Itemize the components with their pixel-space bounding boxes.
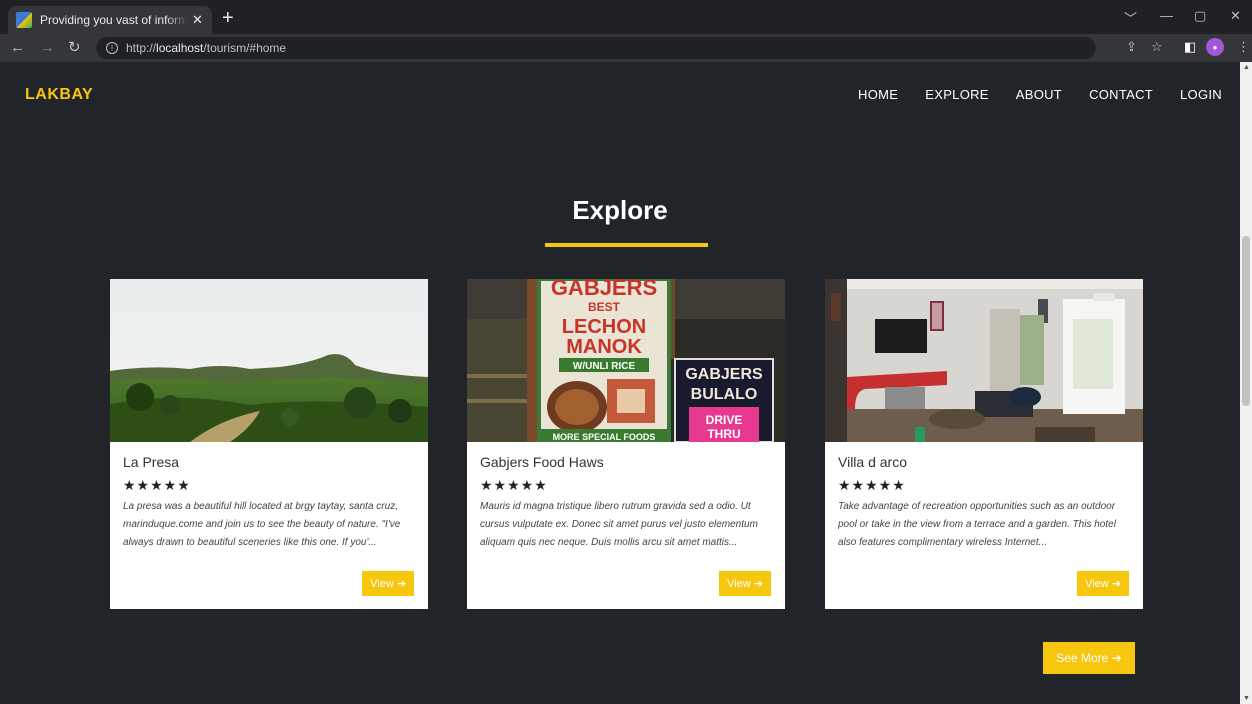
rating-stars: ★★★★★	[123, 477, 191, 493]
nav-home-link[interactable]: HOME	[858, 87, 898, 102]
sign-best-text: BEST	[588, 300, 621, 314]
maximize-button[interactable]: ▢	[1194, 8, 1206, 24]
sign-unli-rice-text: W/UNLI RICE	[573, 361, 636, 372]
web-page: LAKBAY HOME EXPLORE ABOUT CONTACT LOGIN …	[0, 62, 1240, 704]
sign-lechon-text: LECHON	[562, 316, 646, 338]
tab-close-icon[interactable]: ✕	[192, 12, 203, 28]
see-more-button[interactable]: See More ➔	[1043, 642, 1135, 674]
new-tab-button[interactable]: +	[222, 8, 234, 28]
scroll-down-arrow-icon[interactable]: ▼	[1243, 695, 1250, 702]
browser-menu-icon[interactable]: ⋮	[1237, 39, 1250, 55]
browser-tab[interactable]: Providing you vast of information ✕	[8, 6, 212, 34]
tab-search-chevron-icon[interactable]: ﹀	[1124, 8, 1137, 27]
profile-avatar-glyph: ●	[1212, 43, 1218, 52]
sign-more-foods-text: MORE SPECIAL FOODS	[553, 432, 656, 442]
nav-login-link[interactable]: LOGIN	[1180, 87, 1222, 102]
nav-about-link[interactable]: ABOUT	[1016, 87, 1062, 102]
tab-title: Providing you vast of information	[40, 13, 188, 27]
sign-bulalo-text: BULALO	[691, 386, 758, 403]
site-favicon-icon	[16, 12, 32, 28]
rating-stars: ★★★★★	[480, 477, 548, 493]
sign-manok-text: MANOK	[566, 336, 642, 358]
card-description: La presa was a beautiful hill located at…	[123, 501, 401, 548]
la-presa-photo	[110, 279, 428, 442]
card-title: Villa d arco	[838, 454, 908, 470]
view-button[interactable]: View ➔	[1077, 571, 1129, 596]
close-window-button[interactable]: ✕	[1230, 8, 1241, 24]
side-panel-icon[interactable]: ◧	[1184, 39, 1196, 55]
share-icon[interactable]: ⇪	[1126, 39, 1137, 55]
reload-button[interactable]: ↻	[68, 38, 81, 58]
back-button[interactable]: ←	[10, 38, 25, 58]
nav-contact-link[interactable]: CONTACT	[1089, 87, 1153, 102]
site-brand-logo[interactable]: LAKBAY	[25, 86, 93, 104]
card-title: Gabjers Food Haws	[480, 454, 604, 470]
view-button[interactable]: View ➔	[362, 571, 414, 596]
address-url: http://localhost/tourism/#home	[126, 41, 287, 55]
view-button[interactable]: View ➔	[719, 571, 771, 596]
card-title: La Presa	[123, 454, 180, 470]
gabjers-photo: GABJERS BEST LECHON MANOK W/UNLI RICE MO…	[467, 279, 785, 442]
villa-d-arco-photo	[825, 279, 1143, 442]
forward-button[interactable]: →	[40, 38, 55, 58]
browser-toolbar: ← → ↻ i http://localhost/tourism/#home ⇪…	[0, 34, 1252, 62]
sign-gabjers2-text: GABJERS	[685, 366, 763, 383]
nav-explore-link[interactable]: EXPLORE	[925, 87, 989, 102]
sign-drive-text: DRIVE	[706, 413, 743, 427]
rating-stars: ★★★★★	[838, 477, 906, 493]
destination-card-villa-d-arco[interactable]: Villa d arco ★★★★★ Take advantage of rec…	[825, 279, 1143, 609]
card-description: Mauris id magna tristique libero rutrum …	[480, 501, 758, 548]
site-info-icon[interactable]: i	[106, 42, 118, 54]
section-title: Explore	[572, 195, 668, 225]
destination-card-la-presa[interactable]: La Presa ★★★★★ La presa was a beautiful …	[110, 279, 428, 609]
sign-thru-text: THRU	[707, 427, 740, 441]
main-nav: HOME EXPLORE ABOUT CONTACT LOGIN	[858, 87, 1222, 102]
bookmark-star-icon[interactable]: ☆	[1151, 39, 1163, 55]
address-bar[interactable]: i http://localhost/tourism/#home	[96, 37, 1096, 59]
sign-gabjers-text: GABJERS	[551, 279, 657, 300]
card-description: Take advantage of recreation opportuniti…	[838, 501, 1116, 548]
browser-tab-strip: Providing you vast of information ✕ + ﹀ …	[0, 0, 1252, 34]
scroll-up-arrow-icon[interactable]: ▲	[1243, 64, 1250, 71]
minimize-button[interactable]: —	[1160, 8, 1173, 23]
profile-avatar[interactable]: ●	[1206, 38, 1224, 56]
destination-card-gabjers-food-haws[interactable]: GABJERS BEST LECHON MANOK W/UNLI RICE MO…	[467, 279, 785, 609]
page-scrollbar[interactable]: ▲ ▼	[1240, 62, 1252, 704]
scroll-thumb[interactable]	[1242, 236, 1250, 406]
title-underline	[545, 243, 708, 247]
